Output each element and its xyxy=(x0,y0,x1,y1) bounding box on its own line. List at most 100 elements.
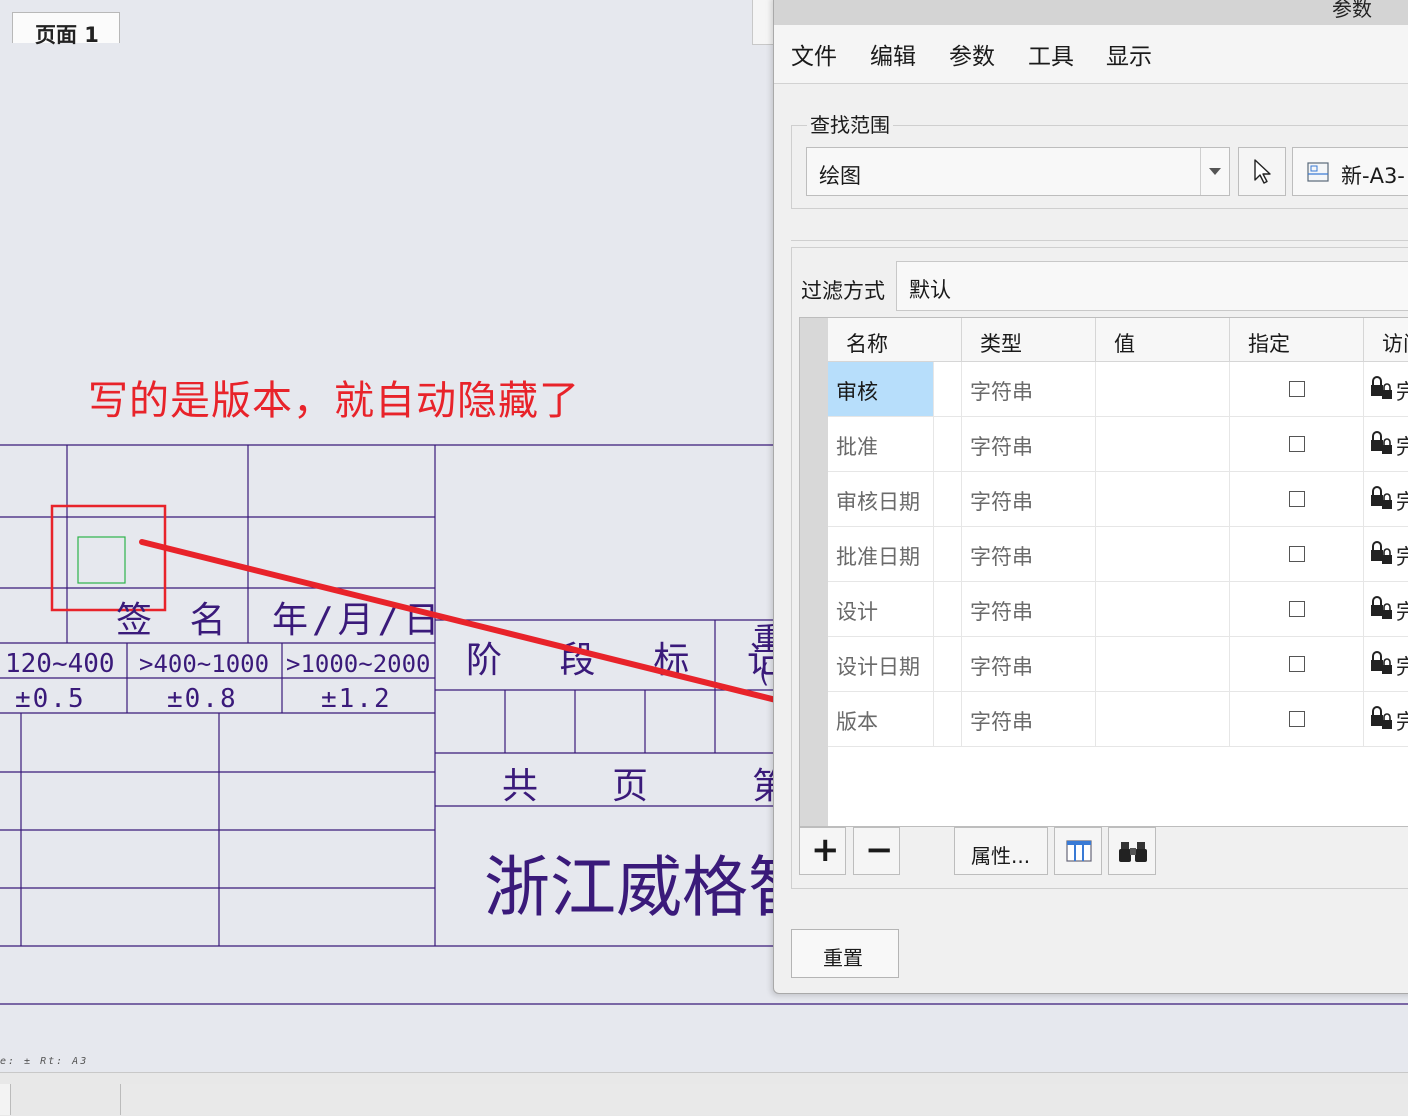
param-access-cell[interactable]: 完 xyxy=(1364,417,1408,472)
param-name-cell-pad[interactable] xyxy=(934,417,962,472)
page-label: 页 xyxy=(612,766,648,807)
param-designate-cell xyxy=(1230,637,1364,692)
remove-parameter-button[interactable]: − xyxy=(853,827,900,875)
param-access-cell[interactable]: 完 xyxy=(1364,527,1408,582)
column-header-designate[interactable]: 指定 xyxy=(1230,318,1364,362)
access-text: 完 xyxy=(1396,545,1408,569)
column-header-type[interactable]: 类型 xyxy=(962,318,1096,362)
param-type-cell[interactable]: 字符串 xyxy=(962,692,1096,747)
model-name: 新-A3- xyxy=(1341,164,1405,188)
reset-label: 重置 xyxy=(823,946,863,970)
access-text: 完 xyxy=(1396,600,1408,624)
param-type-cell[interactable]: 字符串 xyxy=(962,417,1096,472)
param-name-cell[interactable]: 设计 xyxy=(828,582,934,637)
range-3: >1000~2000 xyxy=(286,650,431,678)
tab-page-1[interactable]: 页面 1 xyxy=(12,12,120,47)
menu-display[interactable]: 显示 xyxy=(1106,37,1152,71)
model-selector[interactable]: 新-A3- xyxy=(1292,147,1408,196)
param-access-cell[interactable]: 完 xyxy=(1364,637,1408,692)
filter-label: 过滤方式 xyxy=(801,279,885,303)
dropdown-arrow-button[interactable] xyxy=(1200,148,1229,195)
menu-edit[interactable]: 编辑 xyxy=(870,37,916,71)
param-name-cell-pad[interactable] xyxy=(934,472,962,527)
sign-label: 签 名 xyxy=(116,600,234,641)
lock-icon xyxy=(1370,541,1396,570)
binoculars-icon xyxy=(1119,842,1147,862)
column-header-access[interactable]: 访问 xyxy=(1364,318,1408,362)
param-name-cell[interactable]: 版本 xyxy=(828,692,934,747)
param-name-cell[interactable]: 设计日期 xyxy=(828,637,934,692)
designate-checkbox[interactable] xyxy=(1289,381,1305,397)
cursor-arrow-icon xyxy=(1254,159,1271,184)
param-access-cell[interactable]: 完 xyxy=(1364,472,1408,527)
properties-label: 属性... xyxy=(971,844,1031,868)
tolerance-2: ±0.8 xyxy=(167,684,238,714)
designate-checkbox[interactable] xyxy=(1289,546,1305,562)
reset-button[interactable]: 重置 xyxy=(791,929,899,978)
menu-parameters[interactable]: 参数 xyxy=(949,37,995,71)
param-access-cell[interactable]: 完 xyxy=(1364,582,1408,637)
designate-checkbox[interactable] xyxy=(1289,491,1305,507)
dialog-titlebar[interactable]: 参数 xyxy=(774,0,1408,25)
menu-tools[interactable]: 工具 xyxy=(1028,37,1074,71)
properties-button[interactable]: 属性... xyxy=(954,827,1048,875)
access-text: 完 xyxy=(1396,490,1408,514)
tolerance-3: ±1.2 xyxy=(321,684,392,714)
column-header-name[interactable]: 名称 xyxy=(828,318,962,362)
param-type-cell[interactable]: 字符串 xyxy=(962,527,1096,582)
tolerance-1: ±0.5 xyxy=(15,684,86,714)
designate-checkbox[interactable] xyxy=(1289,711,1305,727)
param-designate-cell xyxy=(1230,362,1364,417)
access-text: 完 xyxy=(1396,710,1408,734)
param-name-cell-pad[interactable] xyxy=(934,362,962,417)
menu-file[interactable]: 文件 xyxy=(791,37,837,71)
param-value-cell[interactable] xyxy=(1096,472,1230,527)
access-text: 完 xyxy=(1396,380,1408,404)
param-name-cell[interactable]: 审核日期 xyxy=(828,472,934,527)
param-name-cell[interactable]: 批准日期 xyxy=(828,527,934,582)
designate-checkbox[interactable] xyxy=(1289,436,1305,452)
columns-button[interactable] xyxy=(1054,827,1102,875)
separator xyxy=(791,240,1408,241)
range-1: 120~400 xyxy=(5,649,115,679)
find-button[interactable] xyxy=(1108,827,1156,875)
param-value-cell[interactable] xyxy=(1096,692,1230,747)
date-label: 年/月/日 xyxy=(272,600,443,641)
tab-scroll-left[interactable] xyxy=(0,1084,11,1115)
param-type-cell[interactable]: 字符串 xyxy=(962,362,1096,417)
select-pick-button[interactable] xyxy=(1238,147,1286,196)
column-header-value[interactable]: 值 xyxy=(1096,318,1230,362)
param-access-cell[interactable]: 完 xyxy=(1364,362,1408,417)
paren-partial: ( xyxy=(756,659,772,689)
red-arrow xyxy=(139,539,822,721)
param-name-cell[interactable]: 审核 xyxy=(828,362,934,417)
param-value-cell[interactable] xyxy=(1096,362,1230,417)
drawing-file-icon xyxy=(1307,162,1329,182)
param-value-cell[interactable] xyxy=(1096,417,1230,472)
param-access-cell[interactable]: 完 xyxy=(1364,692,1408,747)
lock-icon xyxy=(1370,706,1396,735)
param-type-cell[interactable]: 字符串 xyxy=(962,637,1096,692)
row-header-gutter xyxy=(800,318,828,826)
designate-checkbox[interactable] xyxy=(1289,601,1305,617)
total-label: 共 xyxy=(502,766,538,807)
param-name-cell-pad[interactable] xyxy=(934,637,962,692)
param-value-cell[interactable] xyxy=(1096,582,1230,637)
param-name-cell[interactable]: 批准 xyxy=(828,417,934,472)
filter-dropdown[interactable]: 默认 xyxy=(896,261,1408,311)
param-value-cell[interactable] xyxy=(1096,637,1230,692)
param-type-cell[interactable]: 字符串 xyxy=(962,582,1096,637)
add-parameter-button[interactable]: + xyxy=(799,827,846,875)
param-value-cell[interactable] xyxy=(1096,527,1230,582)
green-placeholder-box[interactable] xyxy=(77,536,126,584)
range-2: >400~1000 xyxy=(139,650,269,678)
param-name-cell-pad[interactable] xyxy=(934,582,962,637)
param-designate-cell xyxy=(1230,527,1364,582)
highlight-rectangle xyxy=(50,504,167,612)
designate-checkbox[interactable] xyxy=(1289,656,1305,672)
lock-icon xyxy=(1370,486,1396,515)
scope-dropdown[interactable]: 绘图 xyxy=(806,147,1230,196)
param-type-cell[interactable]: 字符串 xyxy=(962,472,1096,527)
param-name-cell-pad[interactable] xyxy=(934,527,962,582)
param-name-cell-pad[interactable] xyxy=(934,692,962,747)
